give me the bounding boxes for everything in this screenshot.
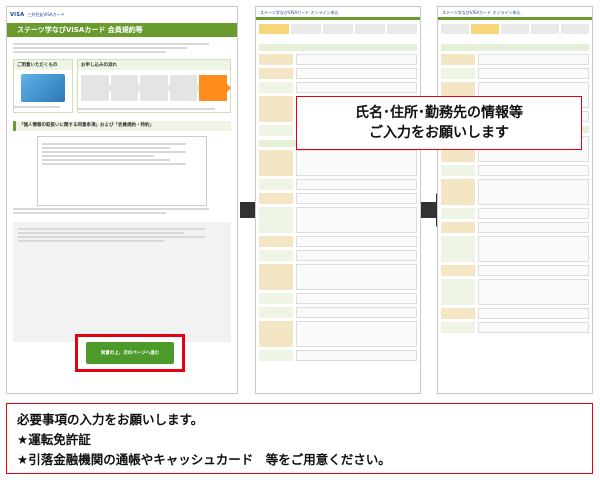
form-field[interactable] [296, 236, 417, 247]
site-header: VISA 三井住友VISAカード [7, 7, 237, 23]
notice-line-2: ★運転免許証 [17, 432, 91, 447]
form-field[interactable] [296, 82, 417, 93]
cta-highlight-frame: 同意の上、次のページへ進む [75, 334, 185, 372]
text-line [18, 240, 164, 242]
text-line [13, 212, 166, 214]
form-field[interactable] [296, 68, 417, 79]
form-page-screenshot-2: ステーツ学なびVISAカード オンライン申込 [437, 6, 593, 394]
flow-steps [78, 70, 231, 106]
flow-step [81, 75, 113, 101]
notice-line-1: 必要事項の入力をお願いします。 [17, 412, 204, 427]
terms-notes [13, 222, 231, 342]
preparation-notice: 必要事項の入力をお願いします。 ★運転免許証 ★引落金融機関の通帳やキャッシュカ… [6, 403, 593, 474]
form-field[interactable] [296, 264, 417, 290]
form-field[interactable] [478, 54, 589, 65]
progress-step [387, 24, 417, 34]
text-line [13, 208, 210, 210]
form-field[interactable] [296, 193, 417, 204]
form-field[interactable] [478, 279, 589, 305]
application-form [438, 38, 592, 338]
text-line [13, 43, 210, 45]
agree-next-button[interactable]: 同意の上、次のページへ進む [86, 342, 174, 364]
progress-step [291, 24, 321, 34]
page-title: ステーツ学なびVISAカード 会員規約等 [7, 23, 237, 37]
form-section-bar [441, 44, 589, 51]
required-items-heading: ご用意いただくもの [14, 60, 72, 70]
text-line [42, 151, 186, 153]
notice-line-3: ★引落金融機関の通帳やキャッシュカード 等をご用意ください。 [17, 452, 391, 467]
flow-step [169, 75, 201, 101]
form-field[interactable] [296, 293, 417, 304]
visa-logo: VISA [10, 12, 25, 18]
brand-subtitle: 三井住友VISAカード [27, 12, 65, 17]
text-line [42, 147, 170, 149]
form-field[interactable] [296, 250, 417, 261]
form-field[interactable] [478, 165, 589, 176]
card-image [21, 74, 65, 102]
form-field[interactable] [296, 54, 417, 65]
form-field[interactable] [296, 179, 417, 190]
form-header: ステーツ学なびVISAカード オンライン申込 [442, 10, 521, 15]
form-field[interactable] [478, 208, 589, 219]
form-header: ステーツ学なびVISAカード オンライン申込 [260, 10, 339, 15]
progress-step [323, 24, 353, 34]
flow-step-current [199, 75, 231, 101]
form-field[interactable] [478, 222, 589, 233]
progress-step [561, 24, 589, 34]
input-instruction-callout: 氏名･住所･勤務先の情報等 ご入力をお願いします [296, 96, 582, 150]
form-field[interactable] [296, 321, 417, 347]
flow-step [110, 75, 142, 101]
form-field[interactable] [478, 265, 589, 276]
progress-step [259, 24, 289, 34]
callout-line-2: ご入力をお願いします [369, 125, 509, 141]
text-line [18, 232, 185, 234]
application-form [256, 38, 420, 366]
progress-step [471, 24, 499, 34]
privacy-section-heading: 「個人情報の取扱いに関する同意条項」および「会員規約・特約」 [13, 121, 231, 131]
flow-step [140, 75, 172, 101]
terms-document-scrollbox[interactable] [37, 136, 207, 206]
form-field[interactable] [296, 150, 417, 176]
progress-steps [438, 20, 592, 38]
text-line [14, 106, 61, 108]
required-items-panel: ご用意いただくもの [13, 59, 73, 113]
form-field[interactable] [296, 350, 417, 361]
progress-step [501, 24, 529, 34]
progress-step [355, 24, 385, 34]
application-flow-panel: お申し込みの流れ [77, 59, 231, 113]
application-flow-heading: お申し込みの流れ [78, 60, 230, 70]
form-field[interactable] [478, 179, 589, 205]
text-line [13, 47, 188, 49]
progress-steps [256, 20, 420, 38]
progress-step [441, 24, 469, 34]
form-field[interactable] [296, 207, 417, 233]
form-section-bar [259, 44, 417, 51]
text-line [18, 228, 206, 230]
form-page-screenshot-1: ステーツ学なびVISAカード オンライン申込 [255, 6, 421, 394]
form-field[interactable] [478, 308, 589, 319]
form-field[interactable] [478, 236, 589, 262]
text-line [42, 143, 186, 145]
text-line [42, 163, 186, 165]
form-field[interactable] [296, 307, 417, 318]
form-field[interactable] [478, 68, 589, 79]
text-line [42, 159, 170, 161]
text-line [13, 51, 166, 53]
text-line [78, 108, 215, 110]
progress-step [531, 24, 559, 34]
text-line [42, 155, 154, 157]
callout-line-1: 氏名･住所･勤務先の情報等 [355, 105, 523, 121]
text-line [18, 236, 206, 238]
form-field[interactable] [478, 322, 589, 333]
